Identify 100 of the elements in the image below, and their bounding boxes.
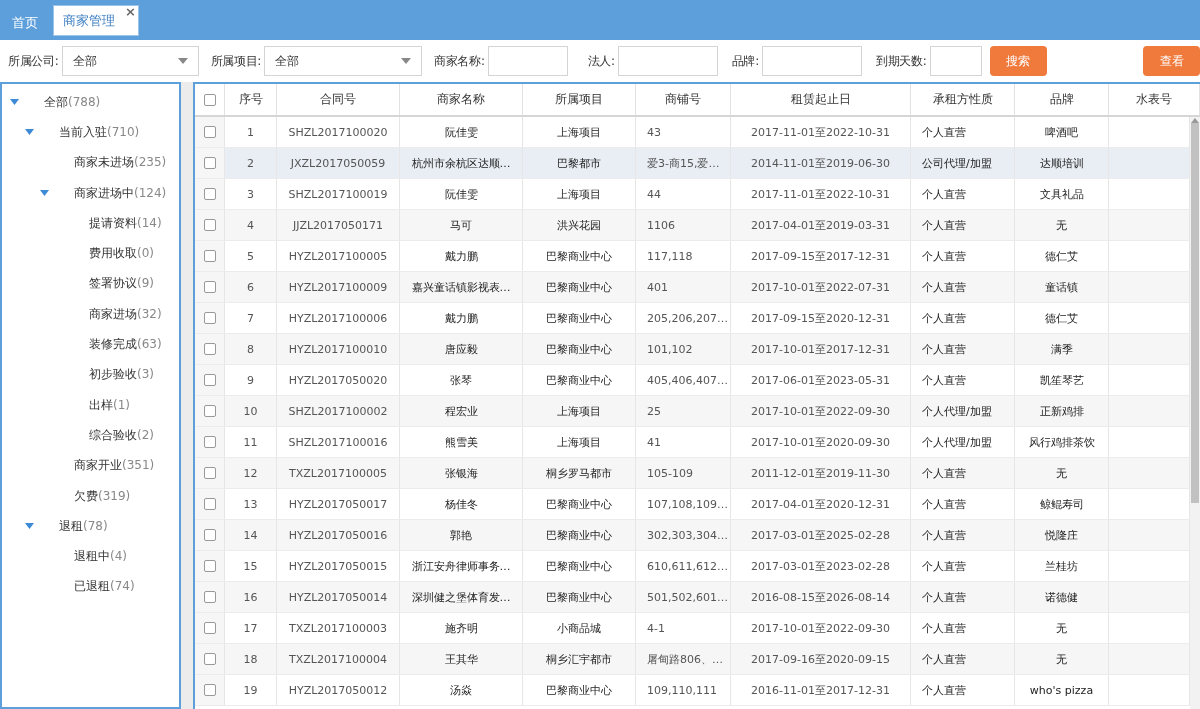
table-cell: 满季 [1015, 334, 1109, 364]
table-cell: 个人代理/加盟 [911, 396, 1015, 426]
table-cell: SHZL2017100016 [277, 427, 400, 457]
checkbox[interactable] [203, 374, 216, 386]
checkbox[interactable] [203, 653, 216, 665]
checkbox[interactable] [203, 591, 216, 603]
table-cell: 杨佳冬 [400, 489, 523, 519]
table-cell: 14 [225, 520, 277, 550]
column-header[interactable]: 租赁起止日 [731, 84, 911, 115]
table-cell: 个人直营 [911, 520, 1015, 550]
expand-arrow-icon[interactable] [25, 129, 34, 136]
table-cell: 个人直营 [911, 582, 1015, 612]
table-cell: 个人直营 [911, 117, 1015, 147]
checkbox[interactable] [203, 560, 216, 572]
table-cell: 15 [225, 551, 277, 581]
table-cell: 汤焱 [400, 675, 523, 705]
tree-item[interactable]: 商家开业(351) [74, 457, 155, 475]
column-header[interactable]: 所属项目 [523, 84, 636, 115]
column-header[interactable]: 品牌 [1015, 84, 1109, 115]
table-cell: 25 [636, 396, 731, 426]
tree-item[interactable]: 费用收取(0) [89, 245, 154, 263]
tree-item[interactable]: 装修完成(63) [89, 336, 162, 353]
checkbox[interactable] [203, 498, 216, 510]
table-cell: HYZL2017050020 [277, 365, 400, 395]
table-cell: 浙江安舟律师事务… [400, 551, 523, 581]
table-cell: 兰桂坊 [1015, 551, 1109, 581]
table-cell: 上海项目 [523, 396, 636, 426]
checkbox[interactable] [203, 93, 216, 106]
table-cell: 施齐明 [400, 613, 523, 643]
tree-item[interactable]: 初步验收(3) [89, 366, 154, 384]
checkbox[interactable] [203, 126, 216, 138]
filter-label: 商家名称: [434, 52, 485, 70]
checkbox[interactable] [203, 250, 216, 262]
checkbox[interactable] [203, 343, 216, 355]
tree-item[interactable]: 出样(1) [89, 396, 130, 414]
tab[interactable]: 商家管理 × [52, 4, 140, 37]
table-cell: 1 [225, 117, 277, 147]
checkbox[interactable] [203, 684, 216, 696]
tree-item[interactable]: 欠费(319) [74, 487, 131, 505]
table-cell: 啤酒吧 [1015, 117, 1109, 147]
table-cell: 105-109 [636, 458, 731, 488]
caret-icon [177, 58, 188, 64]
tree-item[interactable]: 综合验收(2) [89, 426, 154, 444]
tree-item[interactable]: 已退租(74) [74, 578, 135, 596]
checkbox[interactable] [203, 188, 216, 200]
scrollbar[interactable] [1190, 117, 1200, 709]
checkbox[interactable] [203, 467, 216, 479]
input-field[interactable] [617, 46, 718, 76]
tree-item[interactable]: 当前入驻(710) [59, 123, 140, 141]
table-cell: HYZL2017050015 [277, 551, 400, 581]
table-cell: 个人直营 [911, 489, 1015, 519]
expand-arrow-icon[interactable] [10, 99, 19, 106]
column-header[interactable]: 合同号 [277, 84, 400, 115]
expand-arrow-icon[interactable] [25, 523, 34, 530]
column-header[interactable]: 商铺号 [636, 84, 731, 115]
checkbox[interactable] [203, 157, 216, 169]
checkbox[interactable] [203, 405, 216, 417]
checkbox[interactable] [203, 622, 216, 634]
tree-item[interactable]: 签署协议(9) [89, 275, 154, 293]
table-cell: 2017-11-01至2022-10-31 [731, 179, 911, 209]
checkbox[interactable] [203, 219, 216, 231]
input-field[interactable] [929, 46, 982, 76]
table-cell: 巴黎商业中心 [523, 675, 636, 705]
tree-item[interactable]: 商家进场中(124) [74, 184, 167, 202]
checkbox[interactable] [203, 281, 216, 293]
table-cell: 王其华 [400, 644, 523, 674]
table-cell: 爱3-商15,爱… [636, 148, 731, 178]
input-field[interactable] [487, 46, 568, 76]
column-header[interactable]: 商家名称 [400, 84, 523, 115]
tree-item[interactable]: 商家未进场(235) [74, 154, 167, 172]
table-cell: 戴力鹏 [400, 241, 523, 271]
tree-item[interactable]: 全部(788) [44, 93, 101, 111]
checkbox[interactable] [203, 312, 216, 324]
checkbox[interactable] [203, 436, 216, 448]
table-cell: HYZL2017050017 [277, 489, 400, 519]
table-cell: 43 [636, 117, 731, 147]
table-cell: SHZL2017100020 [277, 117, 400, 147]
checkbox[interactable] [203, 529, 216, 541]
table-cell: 文具礼品 [1015, 179, 1109, 209]
input-field[interactable] [761, 46, 862, 76]
table-cell: 2017-10-01至2022-07-31 [731, 272, 911, 302]
tree-item[interactable]: 提请资料(14) [89, 214, 162, 232]
table-cell: 17 [225, 613, 277, 643]
table-cell: 阮佳雯 [400, 117, 523, 147]
close-button[interactable]: × [125, 6, 136, 18]
table-cell: 117,118 [636, 241, 731, 271]
tree-item[interactable]: 商家进场(32) [89, 305, 162, 323]
table-cell: JJZL2017050171 [277, 210, 400, 240]
table-cell: 上海项目 [523, 117, 636, 147]
tree-item[interactable]: 退租(78) [59, 517, 108, 535]
dropdown[interactable]: 全部 [61, 46, 199, 76]
column-header[interactable]: 承租方性质 [911, 84, 1015, 115]
table-cell: 巴黎商业中心 [523, 551, 636, 581]
column-header[interactable]: 水表号 [1109, 84, 1200, 115]
column-header[interactable]: 序号 [225, 84, 277, 115]
tree-item[interactable]: 退租中(4) [74, 548, 127, 566]
table-cell: 107,108,109… [636, 489, 731, 519]
dropdown[interactable]: 全部 [264, 46, 423, 76]
table-cell: TXZL2017100004 [277, 644, 400, 674]
expand-arrow-icon[interactable] [40, 190, 49, 197]
